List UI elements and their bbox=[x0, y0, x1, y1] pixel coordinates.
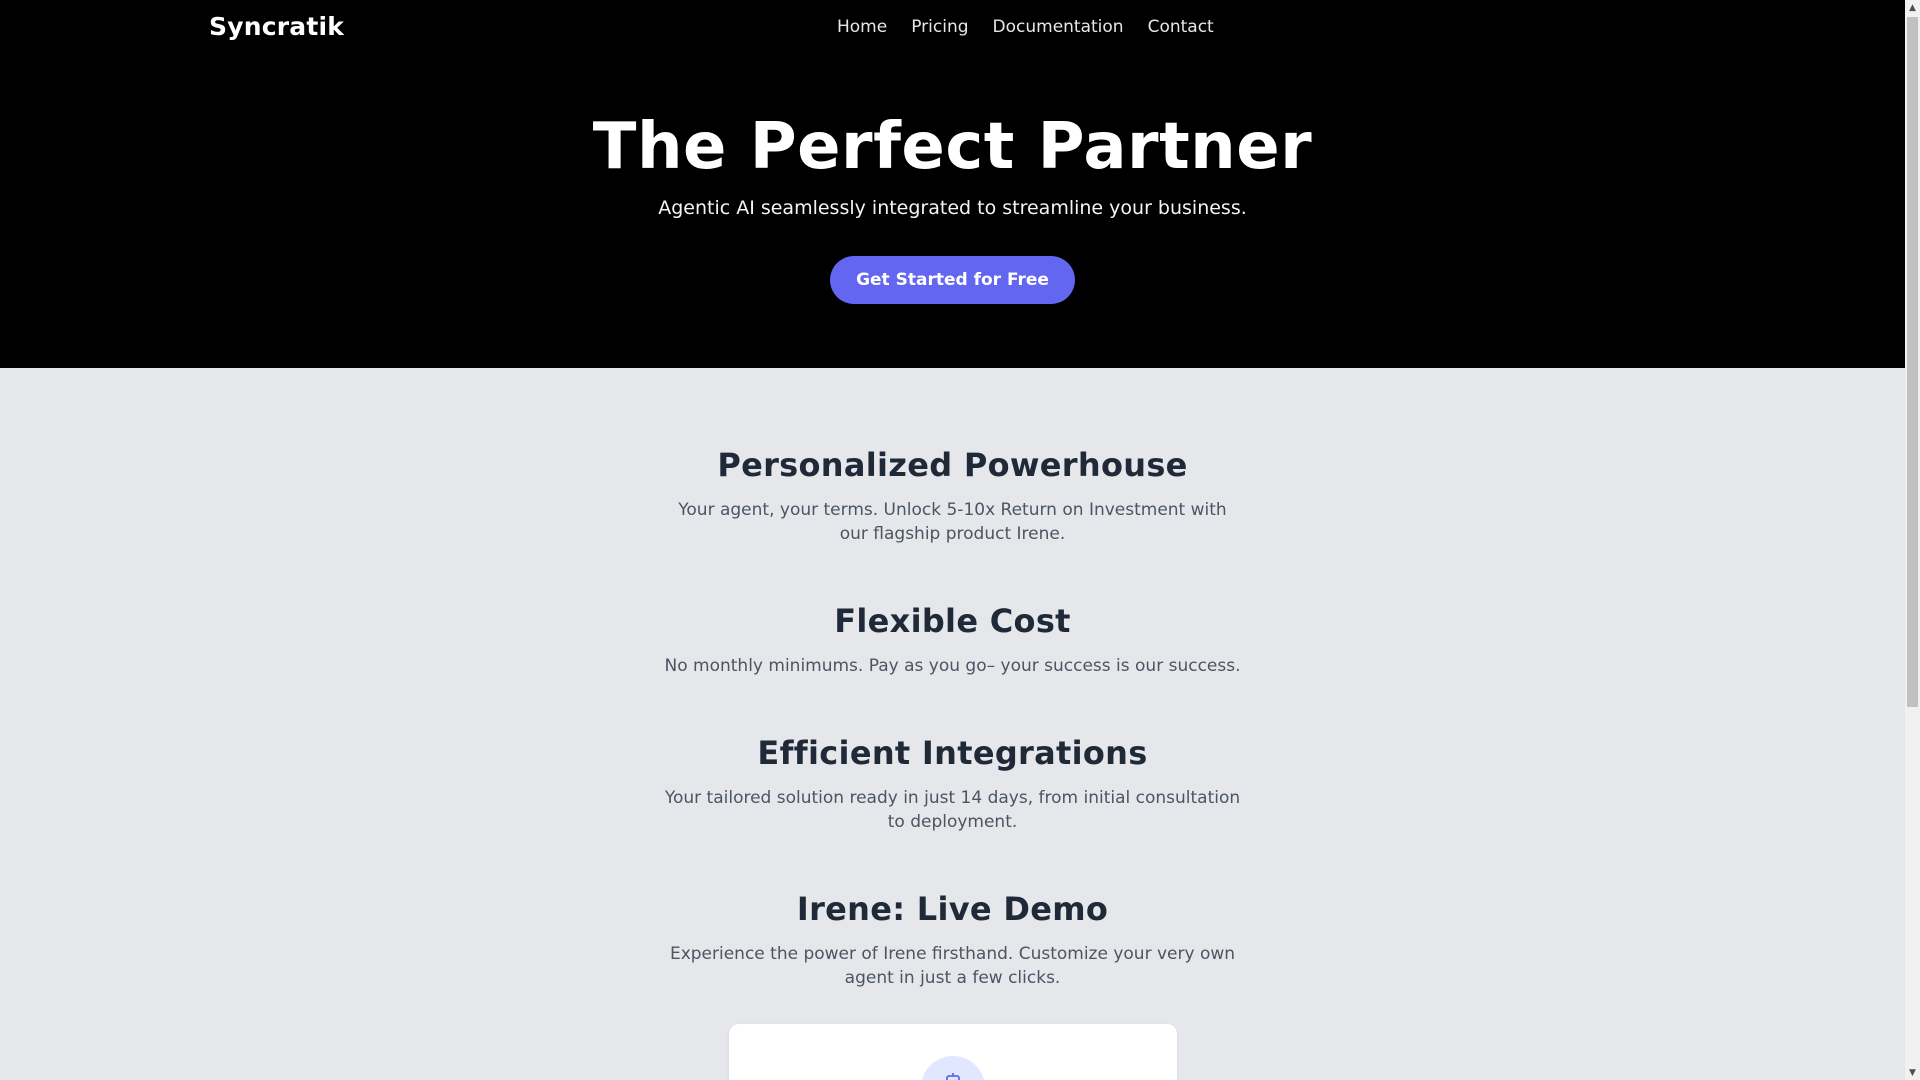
vertical-scrollbar[interactable]: ▲ ▼ bbox=[1905, 0, 1920, 1080]
feature-text: Your tailored solution ready in just 14 … bbox=[664, 788, 1241, 832]
feature-text: No monthly minimums. Pay as you go– your… bbox=[664, 656, 1241, 676]
feature-live-demo: Irene: Live Demo Experience the power of… bbox=[0, 890, 1905, 990]
feature-text: Your agent, your terms. Unlock 5-10x Ret… bbox=[678, 500, 1227, 544]
scroll-up-arrow-icon[interactable]: ▲ bbox=[1905, 0, 1920, 15]
nav-pricing-link[interactable]: Pricing bbox=[911, 17, 968, 37]
robot-icon-glyph bbox=[946, 1073, 960, 1080]
nav-contact-link[interactable]: Contact bbox=[1148, 17, 1214, 37]
nav-home-link[interactable]: Home bbox=[837, 17, 887, 37]
scrollbar-thumb[interactable] bbox=[1907, 17, 1918, 707]
page: Syncratik Home Pricing Documentation Con… bbox=[0, 0, 1905, 1080]
feature-personalized-powerhouse: Personalized Powerhouse Your agent, your… bbox=[0, 446, 1905, 546]
feature-text: Experience the power of Irene firsthand.… bbox=[669, 944, 1236, 988]
feature-title: Irene: Live Demo bbox=[796, 890, 1109, 928]
top-nav: Syncratik Home Pricing Documentation Con… bbox=[0, 0, 1905, 54]
feature-flexible-cost: Flexible Cost No monthly minimums. Pay a… bbox=[0, 602, 1905, 678]
hero-subtitle: Agentic AI seamlessly integrated to stre… bbox=[658, 197, 1247, 219]
feature-title: Personalized Powerhouse bbox=[717, 446, 1188, 484]
scroll-down-arrow-icon[interactable]: ▼ bbox=[1905, 1065, 1920, 1080]
feature-title: Efficient Integrations bbox=[757, 734, 1148, 772]
demo-card[interactable] bbox=[729, 1024, 1177, 1080]
feature-efficient-integrations: Efficient Integrations Your tailored sol… bbox=[0, 734, 1905, 834]
hero-title: The Perfect Partner bbox=[592, 110, 1313, 184]
get-started-button[interactable]: Get Started for Free bbox=[830, 256, 1075, 304]
hero-section: Syncratik Home Pricing Documentation Con… bbox=[0, 0, 1905, 368]
feature-title: Flexible Cost bbox=[834, 602, 1071, 640]
nav-links: Home Pricing Documentation Contact bbox=[837, 17, 1214, 37]
brand-logo[interactable]: Syncratik bbox=[209, 12, 344, 41]
nav-documentation-link[interactable]: Documentation bbox=[993, 17, 1124, 37]
robot-icon bbox=[921, 1056, 985, 1080]
